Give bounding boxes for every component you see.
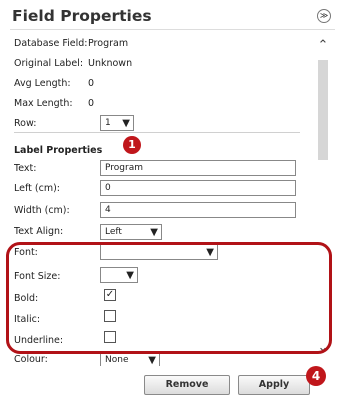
font-settings-highlight	[6, 242, 332, 354]
colour-value: None	[105, 355, 129, 365]
text-label: Text:	[14, 163, 37, 174]
collapse-icon[interactable]: ≫	[317, 9, 331, 23]
align-label: Text Align:	[14, 226, 64, 237]
callout-badge-4: 4	[306, 366, 326, 386]
info-label: Avg Length:	[14, 78, 71, 89]
scroll-thumb[interactable]	[318, 60, 328, 160]
section-divider	[14, 132, 300, 133]
text-align-value: Left	[105, 227, 122, 237]
text-input[interactable]: Program	[100, 160, 296, 176]
info-value: Program	[88, 38, 129, 49]
width-input[interactable]: 4	[100, 202, 296, 218]
row-label: Row:	[14, 118, 37, 129]
info-value: Unknown	[88, 58, 133, 69]
left-input[interactable]: 0	[100, 180, 296, 196]
chevron-down-icon: ▼	[122, 118, 130, 129]
field-properties-panel: Field Properties ≫ Database Field: Progr…	[0, 0, 345, 399]
apply-button[interactable]: Apply	[238, 375, 310, 395]
info-label: Database Field:	[14, 38, 88, 49]
row-select[interactable]: 1 ▼	[100, 115, 134, 131]
panel-header: Field Properties ≫	[10, 4, 335, 30]
label-properties-heading: Label Properties	[14, 145, 103, 156]
width-label: Width (cm):	[14, 205, 70, 216]
info-value: 0	[88, 78, 95, 89]
colour-label: Colour:	[14, 354, 48, 365]
info-value: 0	[88, 98, 95, 109]
panel-title: Field Properties	[12, 7, 152, 25]
panel-footer: Remove Apply	[0, 366, 345, 399]
chevron-down-icon: ▼	[150, 227, 158, 238]
left-label: Left (cm):	[14, 183, 60, 194]
remove-button[interactable]: Remove	[144, 375, 230, 395]
info-label: Max Length:	[14, 98, 73, 109]
text-align-select[interactable]: Left ▼	[100, 224, 162, 240]
scroll-up-icon[interactable]: ⌃	[316, 39, 330, 52]
callout-badge-1: 1	[123, 136, 141, 154]
chevron-down-icon: ▼	[148, 355, 156, 366]
info-label: Original Label:	[14, 58, 84, 69]
row-select-value: 1	[105, 118, 111, 128]
colour-select[interactable]: None ▼	[100, 352, 160, 366]
